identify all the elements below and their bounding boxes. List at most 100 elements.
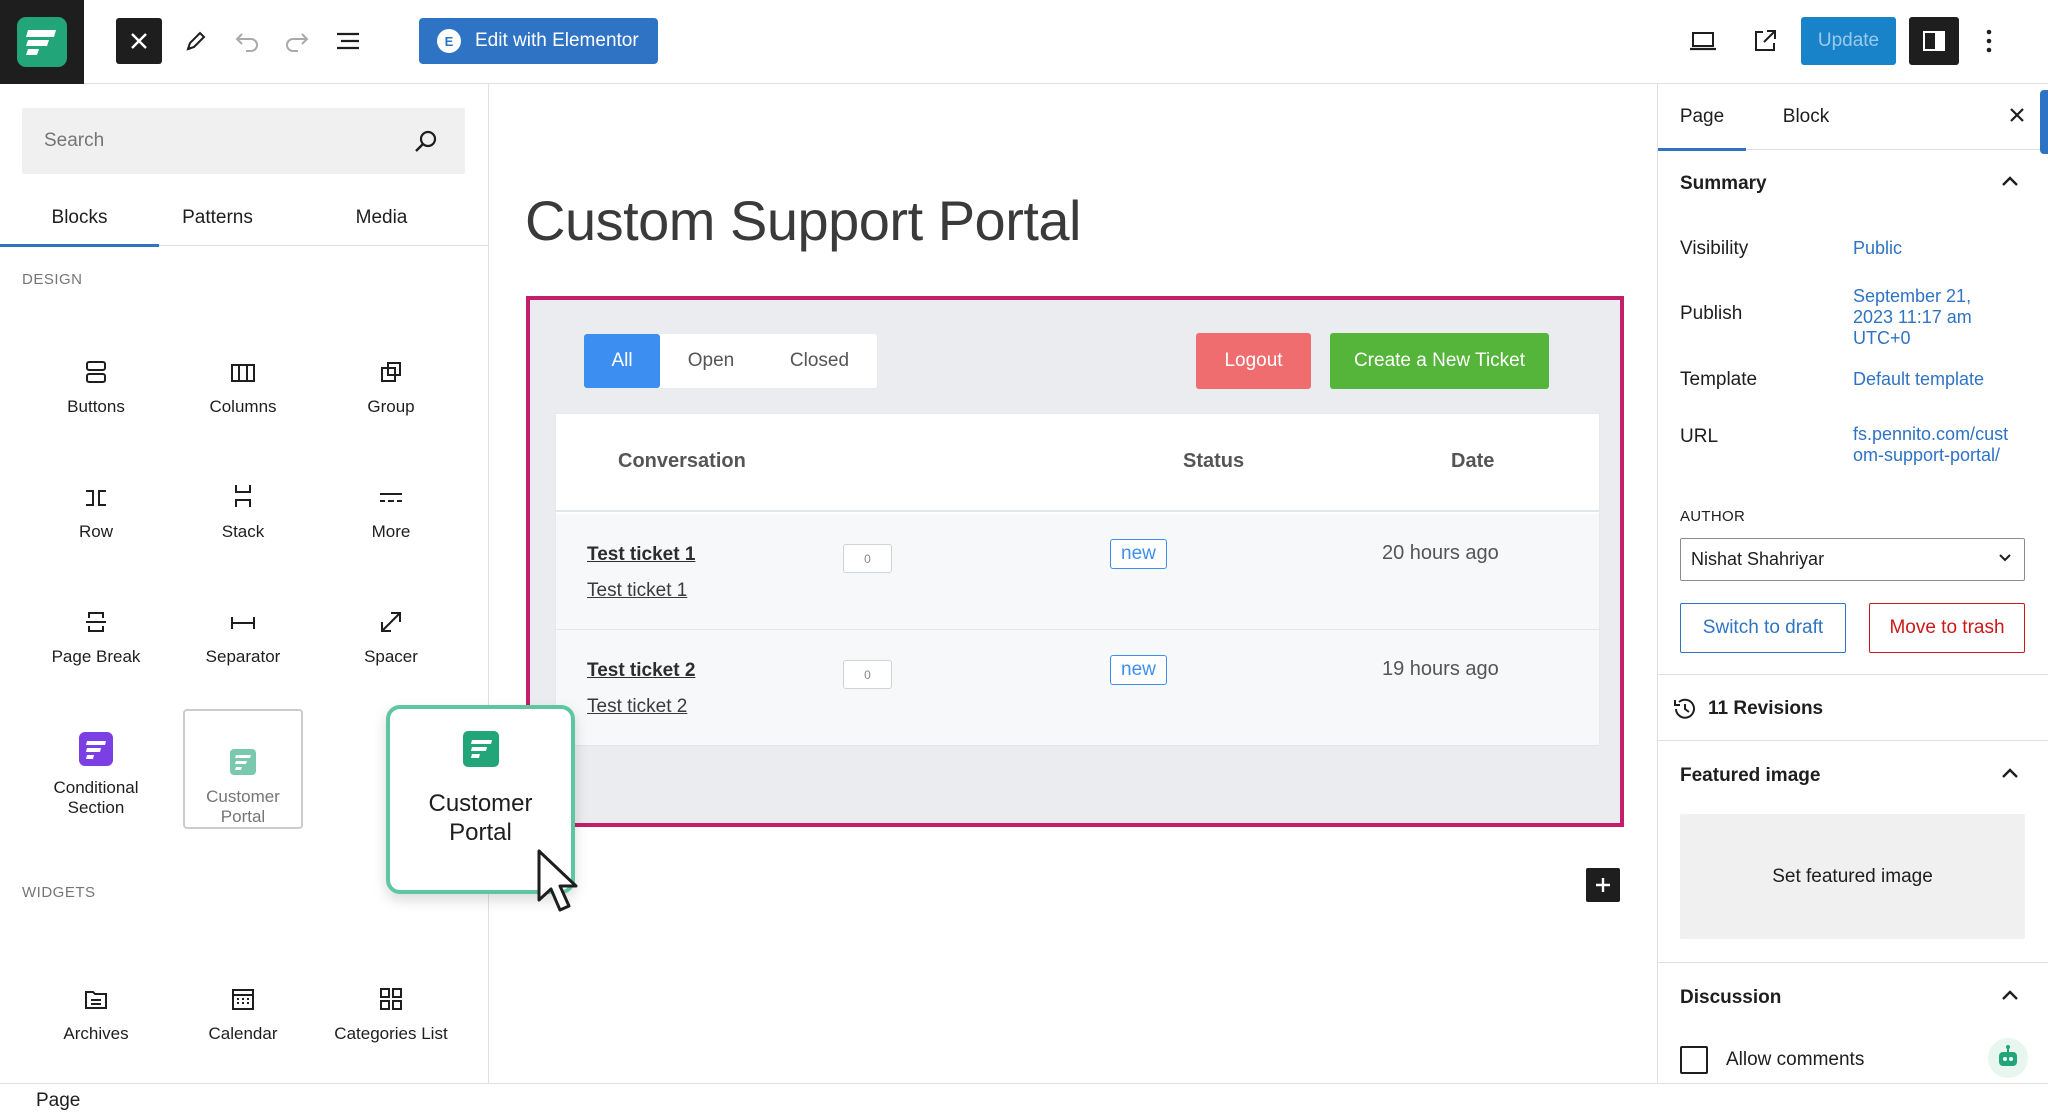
set-featured-image-button[interactable]: Set featured image: [1680, 814, 2025, 939]
close-icon[interactable]: [2006, 104, 2028, 126]
tab-blocks[interactable]: Blocks: [0, 190, 159, 247]
block-row-label: Row: [78, 522, 113, 541]
edit-with-elementor-button[interactable]: E Edit with Elementor: [419, 18, 658, 64]
settings-sidebar-toggle[interactable]: [1909, 17, 1959, 65]
ticket-title-link[interactable]: Test ticket 2: [587, 660, 695, 682]
redo-button[interactable]: [274, 18, 320, 64]
add-block-button[interactable]: [1586, 868, 1620, 902]
switch-to-draft-button[interactable]: Switch to draft: [1680, 603, 1846, 653]
columns-icon: [231, 364, 255, 382]
ticket-date: 20 hours ago: [1382, 542, 1499, 564]
block-conditional-section[interactable]: Conditional Section: [36, 710, 156, 835]
table-row[interactable]: Test ticket 2 Test ticket 2 0 new 19 hou…: [556, 630, 1599, 746]
update-button[interactable]: Update: [1801, 17, 1896, 65]
summary-panel-heading[interactable]: Summary: [1680, 173, 1767, 195]
block-search-input[interactable]: [22, 108, 382, 174]
revisions-label: 11 Revisions: [1708, 698, 1824, 719]
block-breadcrumb-bar: Page: [0, 1083, 2048, 1117]
block-columns-label: Columns: [209, 397, 277, 416]
options-menu-button[interactable]: [1966, 18, 2012, 64]
block-categories-list[interactable]: Categories List: [321, 944, 461, 1062]
inserter-tabs: Blocks Patterns Media: [0, 190, 488, 247]
status-badge: new: [1110, 655, 1167, 685]
block-stack-label: Stack: [221, 522, 265, 541]
chevron-up-icon[interactable]: [2000, 174, 2020, 188]
close-icon: [131, 33, 147, 49]
list-view-icon: [337, 32, 359, 50]
tab-media[interactable]: Media: [320, 190, 443, 246]
column-date: Date: [1451, 450, 1495, 472]
filter-all-button[interactable]: All: [584, 334, 660, 388]
spacer-icon: [381, 612, 401, 632]
undo-button[interactable]: [224, 18, 270, 64]
breadcrumb[interactable]: Page: [36, 1090, 80, 1112]
block-separator[interactable]: Separator: [183, 567, 303, 685]
block-spacer-label: Spacer: [364, 647, 418, 666]
pen-icon: [186, 31, 206, 51]
logo-icon: [17, 17, 67, 67]
assistant-button[interactable]: [1988, 1038, 2028, 1078]
template-link[interactable]: Default template: [1853, 369, 2033, 390]
block-columns[interactable]: Columns: [183, 317, 303, 435]
preview-button[interactable]: [1680, 18, 1726, 64]
block-group[interactable]: Group: [331, 317, 451, 435]
edit-with-elementor-label: Edit with Elementor: [475, 30, 639, 51]
tab-patterns[interactable]: Patterns: [159, 190, 276, 246]
block-customer-portal[interactable]: Customer Portal: [183, 709, 303, 829]
block-stack[interactable]: Stack: [183, 442, 303, 560]
ticket-table-header: Conversation Status Date: [556, 414, 1599, 512]
author-select[interactable]: Nishat Shahriyar: [1680, 538, 2025, 581]
block-archives-label: Archives: [63, 1024, 129, 1043]
view-post-button[interactable]: [1742, 18, 1788, 64]
move-to-trash-button[interactable]: Move to trash: [1869, 603, 2025, 653]
customer-portal-icon: [462, 731, 499, 767]
chevron-up-icon[interactable]: [2000, 766, 2020, 780]
page-title[interactable]: Custom Support Portal: [525, 188, 1081, 253]
block-conditional-section-label: Conditional Section: [53, 778, 139, 817]
block-calendar-label: Calendar: [208, 1024, 278, 1043]
block-separator-label: Separator: [205, 647, 281, 666]
calendar-icon: [232, 989, 254, 1010]
author-select-value: Nishat Shahriyar: [1691, 549, 1825, 569]
block-archives[interactable]: Archives: [36, 944, 156, 1062]
revisions-link[interactable]: 11 Revisions: [1672, 696, 1823, 722]
site-logo-button[interactable]: [0, 0, 84, 84]
tools-button[interactable]: [173, 18, 219, 64]
reply-count-badge: 0: [843, 544, 892, 573]
block-spacer[interactable]: Spacer: [331, 567, 451, 685]
robot-icon: [1999, 1045, 2017, 1066]
featured-image-heading[interactable]: Featured image: [1680, 765, 1820, 787]
customer-portal-icon: [230, 749, 256, 775]
ticket-subtitle-link[interactable]: Test ticket 1: [587, 580, 687, 602]
table-row[interactable]: Test ticket 1 Test ticket 1 0 new 20 hou…: [556, 514, 1599, 630]
settings-tabs: Page Block: [1658, 84, 2048, 154]
block-row[interactable]: Row: [36, 442, 156, 560]
ticket-title-link[interactable]: Test ticket 1: [587, 544, 695, 566]
ticket-subtitle-link[interactable]: Test ticket 2: [587, 696, 687, 718]
block-more[interactable]: More: [331, 442, 451, 560]
chevron-up-icon[interactable]: [2000, 988, 2020, 1002]
cursor-icon: [537, 849, 578, 912]
customer-portal-block[interactable]: All Open Closed Logout Create a New Tick…: [526, 296, 1624, 827]
url-link[interactable]: fs.pennito.com/custom-support-portal/: [1853, 424, 2011, 466]
column-status: Status: [1183, 450, 1245, 472]
publish-date-link[interactable]: September 21, 2023 11:17 am UTC+0: [1853, 286, 1993, 349]
allow-comments-option[interactable]: Allow comments: [1680, 1046, 1864, 1074]
logout-button[interactable]: Logout: [1196, 333, 1311, 389]
filter-closed-button[interactable]: Closed: [762, 334, 877, 388]
discussion-heading[interactable]: Discussion: [1680, 987, 1781, 1009]
allow-comments-checkbox[interactable]: [1680, 1046, 1708, 1074]
block-page-break[interactable]: Page Break: [36, 567, 156, 685]
filter-open-button[interactable]: Open: [660, 334, 762, 388]
template-label: Template: [1680, 369, 1758, 390]
create-ticket-button[interactable]: Create a New Ticket: [1330, 333, 1549, 389]
drag-preview-label: Customer Portal: [428, 790, 533, 846]
visibility-link[interactable]: Public: [1853, 238, 2013, 259]
tab-page[interactable]: Page: [1658, 84, 1746, 151]
tab-block[interactable]: Block: [1758, 84, 1854, 150]
editor-canvas: Custom Support Portal All Open Closed Lo…: [490, 84, 1657, 1083]
list-view-button[interactable]: [325, 18, 371, 64]
block-calendar[interactable]: Calendar: [183, 944, 303, 1062]
close-inserter-button[interactable]: [116, 18, 162, 64]
block-buttons[interactable]: Buttons: [36, 317, 156, 435]
